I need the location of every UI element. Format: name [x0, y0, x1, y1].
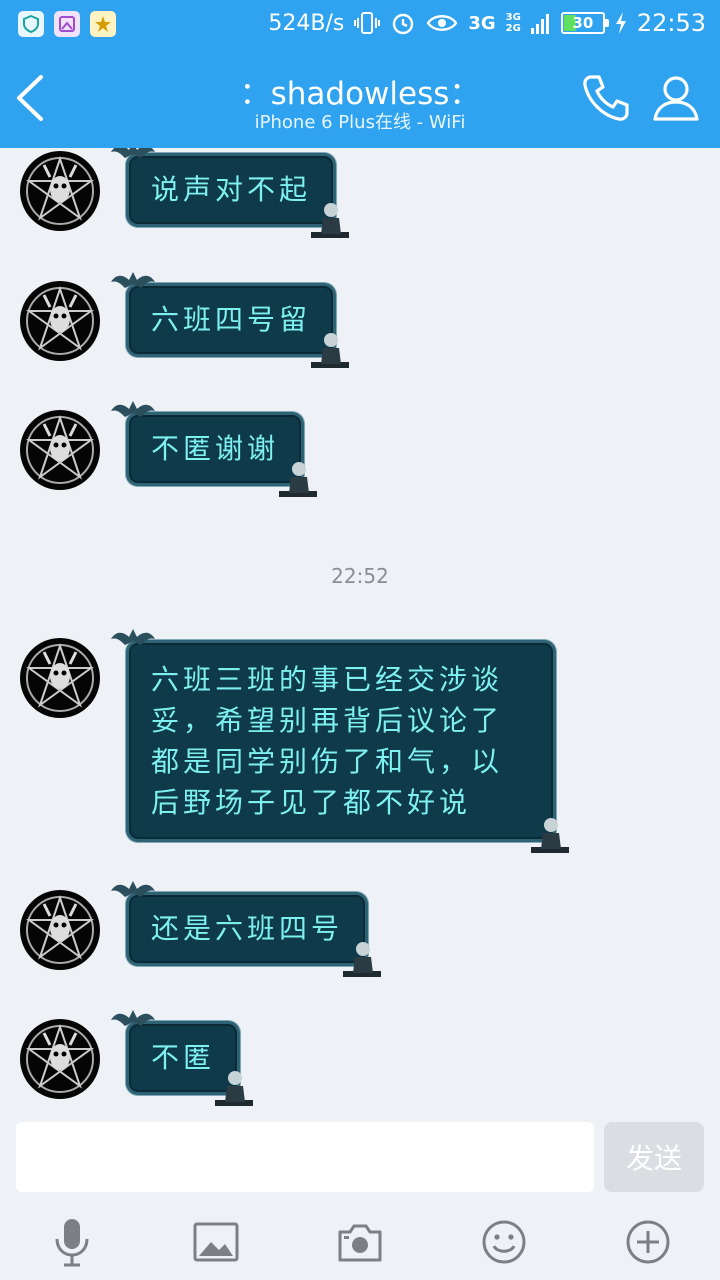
bat-decoration-icon	[111, 148, 155, 158]
chat-area[interactable]: 说声对不起 六班四号留 不匿谢谢 22:52 六班三班的事已经交涉谈妥，希望别再…	[0, 148, 720, 1110]
pentagram-skull-avatar	[25, 894, 95, 964]
camera-icon	[338, 1224, 382, 1262]
figure-decoration-icon	[311, 333, 350, 368]
clock: 22:53	[636, 9, 706, 37]
plus-icon	[626, 1220, 670, 1264]
star-app-icon	[90, 11, 116, 37]
avatar[interactable]	[20, 410, 100, 490]
figure-decoration-icon	[279, 462, 318, 497]
bat-decoration-icon	[111, 272, 155, 288]
pentagram-skull-avatar	[25, 155, 95, 225]
send-button[interactable]: 发送	[604, 1122, 704, 1192]
image-icon	[193, 1222, 239, 1262]
timestamp: 22:52	[331, 564, 389, 588]
input-bar: 发送	[0, 1110, 720, 1204]
battery-icon: 30	[560, 12, 609, 34]
image-button[interactable]	[186, 1212, 246, 1272]
avatar[interactable]	[20, 1019, 100, 1099]
bat-decoration-icon	[111, 881, 155, 897]
phone-icon	[583, 75, 629, 121]
gallery-app-icon	[54, 11, 80, 37]
message-bubble[interactable]: 不匿谢谢	[111, 401, 318, 497]
notification-icons	[18, 11, 116, 37]
message-bubble[interactable]: 说声对不起	[111, 148, 350, 238]
eye-icon	[426, 12, 458, 34]
bat-decoration-icon	[111, 1010, 155, 1026]
signal-bars-icon	[530, 12, 551, 34]
signal-dual: 3G 2G	[505, 12, 521, 34]
figure-decoration-icon	[343, 942, 382, 977]
chat-header: ：shadowless： iPhone 6 Plus在线 - WiFi	[0, 50, 720, 148]
message-bubble[interactable]: 六班三班的事已经交涉谈妥，希望别再背后议论了都是同学别伤了和气，以后野场子见了都…	[111, 629, 569, 853]
avatar[interactable]	[20, 151, 100, 231]
shield-icon	[18, 11, 44, 37]
pentagram-skull-avatar	[25, 414, 95, 484]
chat-toolbar	[0, 1204, 720, 1280]
signal-3g: 3G	[468, 12, 496, 34]
voice-button[interactable]	[42, 1212, 102, 1272]
pentagram-skull-avatar	[25, 1023, 95, 1093]
alarm-icon	[390, 10, 416, 36]
message-bubble[interactable]: 还是六班四号	[111, 881, 382, 977]
pentagram-skull-avatar	[25, 642, 95, 712]
charging-icon	[615, 12, 627, 34]
avatar[interactable]	[20, 638, 100, 718]
message-bubble[interactable]: 不匿	[111, 1010, 254, 1106]
figure-decoration-icon	[531, 818, 569, 853]
camera-button[interactable]	[330, 1212, 390, 1272]
bat-decoration-icon	[111, 629, 155, 645]
message-bubble[interactable]: 六班四号留	[111, 272, 350, 368]
status-bar: 524B/s 3G 3G 2G 30 22:53	[0, 0, 720, 50]
net-speed: 524B/s	[268, 10, 345, 36]
profile-button[interactable]	[648, 70, 704, 126]
microphone-icon	[55, 1219, 89, 1267]
figure-decoration-icon	[215, 1071, 254, 1106]
avatar[interactable]	[20, 890, 100, 970]
emoji-button[interactable]	[474, 1212, 534, 1272]
call-button[interactable]	[578, 70, 634, 126]
vibrate-icon	[354, 11, 381, 35]
person-icon	[653, 76, 699, 121]
pentagram-skull-avatar	[25, 285, 95, 355]
more-button[interactable]	[618, 1212, 678, 1272]
emoji-icon	[482, 1220, 526, 1264]
figure-decoration-icon	[311, 203, 350, 238]
avatar[interactable]	[20, 281, 100, 361]
message-input[interactable]	[16, 1122, 594, 1192]
bat-decoration-icon	[111, 401, 155, 417]
